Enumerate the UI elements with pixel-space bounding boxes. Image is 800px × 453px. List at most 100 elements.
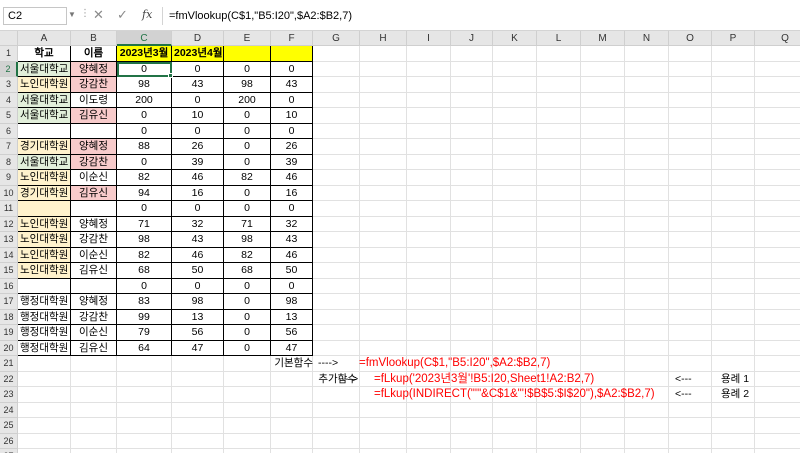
cell-e25[interactable]	[224, 418, 271, 434]
cell-a11[interactable]	[18, 201, 71, 217]
cell-a10[interactable]: 경기대학원	[18, 185, 71, 201]
cell-a22[interactable]	[18, 371, 71, 387]
cell-f25[interactable]	[271, 418, 313, 434]
cell-p15[interactable]	[712, 263, 755, 279]
cell-c9[interactable]: 82	[117, 170, 172, 186]
cell-c4[interactable]: 200	[117, 92, 172, 108]
cell-q9[interactable]	[755, 170, 800, 186]
cell-h13[interactable]	[360, 232, 407, 248]
cell-k4[interactable]	[493, 92, 537, 108]
column-header-j[interactable]: J	[451, 31, 493, 46]
cell-h8[interactable]	[360, 154, 407, 170]
cell-c1[interactable]: 2023년3월	[117, 46, 172, 62]
cell-k13[interactable]	[493, 232, 537, 248]
cell-d16[interactable]: 0	[172, 278, 224, 294]
cell-d11[interactable]: 0	[172, 201, 224, 217]
cell-k20[interactable]	[493, 340, 537, 356]
cell-g5[interactable]	[313, 108, 360, 124]
row-header-10[interactable]: 10	[0, 185, 18, 201]
cell-n25[interactable]	[625, 418, 669, 434]
cell-f23[interactable]	[271, 387, 313, 403]
cell-o26[interactable]	[669, 433, 712, 449]
cell-i9[interactable]	[407, 170, 451, 186]
cell-b7[interactable]: 양혜정	[71, 139, 117, 155]
cell-j18[interactable]	[451, 309, 493, 325]
cell-a25[interactable]	[18, 418, 71, 434]
cell-c13[interactable]: 98	[117, 232, 172, 248]
column-header-k[interactable]: K	[493, 31, 537, 46]
row-header-15[interactable]: 15	[0, 263, 18, 279]
cell-j3[interactable]	[451, 77, 493, 93]
cell-i19[interactable]	[407, 325, 451, 341]
name-box[interactable]: C2	[3, 7, 67, 25]
cell-p17[interactable]	[712, 294, 755, 310]
column-header-a[interactable]: A	[18, 31, 71, 46]
cell-q14[interactable]	[755, 248, 800, 263]
cell-c7[interactable]: 88	[117, 139, 172, 155]
cell-c14[interactable]: 82	[117, 247, 172, 263]
cell-a3[interactable]: 노인대학원	[18, 77, 71, 93]
row-header-11[interactable]: 11	[0, 201, 18, 217]
cell-j5[interactable]	[451, 108, 493, 124]
cell-c15[interactable]: 68	[117, 263, 172, 279]
cell-f17[interactable]: 98	[271, 294, 313, 310]
cell-a17[interactable]: 행정대학원	[18, 294, 71, 310]
cell-b8[interactable]: 강감찬	[71, 154, 117, 170]
cell-d17[interactable]: 98	[172, 294, 224, 310]
cell-p5[interactable]	[712, 108, 755, 124]
cell-l25[interactable]	[537, 418, 581, 434]
cell-l17[interactable]	[537, 294, 581, 310]
cell-k17[interactable]	[493, 294, 537, 310]
cell-j1[interactable]	[451, 46, 493, 62]
cell-h5[interactable]	[360, 108, 407, 124]
name-box-dropdown-icon[interactable]: ▼	[68, 10, 76, 19]
cell-q25[interactable]	[755, 418, 800, 434]
cell-l11[interactable]	[537, 201, 581, 217]
cell-b22[interactable]	[71, 371, 117, 387]
cell-b17[interactable]: 양혜정	[71, 294, 117, 310]
cell-q23[interactable]	[755, 387, 800, 403]
cell-m15[interactable]	[581, 263, 625, 279]
column-header-b[interactable]: B	[71, 31, 117, 46]
cell-f20[interactable]: 47	[271, 340, 313, 356]
cell-o1[interactable]	[669, 46, 712, 62]
cell-o15[interactable]	[669, 263, 712, 279]
cell-m24[interactable]	[581, 402, 625, 418]
cell-o6[interactable]	[669, 123, 712, 139]
cell-c27[interactable]	[117, 449, 172, 453]
cell-g24[interactable]	[313, 402, 360, 418]
cell-a18[interactable]: 행정대학원	[18, 309, 71, 325]
cell-a19[interactable]: 행정대학원	[18, 325, 71, 341]
cell-e19[interactable]: 0	[224, 325, 271, 341]
row-header-26[interactable]: 26	[0, 433, 18, 449]
cell-m26[interactable]	[581, 433, 625, 449]
cell-b3[interactable]: 강감찬	[71, 77, 117, 93]
cell-d3[interactable]: 43	[172, 77, 224, 93]
cell-n13[interactable]	[625, 232, 669, 248]
cell-f11[interactable]: 0	[271, 201, 313, 217]
cell-p12[interactable]	[712, 216, 755, 232]
cell-b27[interactable]	[71, 449, 117, 453]
cell-d22[interactable]	[172, 371, 224, 387]
cell-a7[interactable]: 경기대학원	[18, 139, 71, 155]
cell-b2[interactable]: 양혜정	[71, 61, 117, 77]
cell-c5[interactable]: 0	[117, 108, 172, 124]
cell-f10[interactable]: 16	[271, 185, 313, 201]
cell-a15[interactable]: 노인대학원	[18, 263, 71, 279]
cell-o5[interactable]	[669, 108, 712, 124]
cell-o4[interactable]	[669, 92, 712, 108]
cell-k15[interactable]	[493, 263, 537, 279]
cell-i11[interactable]	[407, 201, 451, 217]
cell-b14[interactable]: 이순신	[71, 247, 117, 263]
row-header-21[interactable]: 21	[0, 356, 18, 372]
cell-m16[interactable]	[581, 278, 625, 294]
column-header-n[interactable]: N	[625, 31, 669, 46]
cell-d1[interactable]: 2023년4월	[172, 46, 224, 62]
cell-m11[interactable]	[581, 201, 625, 217]
cell-m10[interactable]	[581, 185, 625, 201]
cell-m7[interactable]	[581, 139, 625, 155]
cell-e11[interactable]: 0	[224, 201, 271, 217]
insert-function-icon[interactable]: fx	[142, 8, 152, 21]
column-header-h[interactable]: H	[360, 31, 407, 46]
cell-l4[interactable]	[537, 92, 581, 108]
